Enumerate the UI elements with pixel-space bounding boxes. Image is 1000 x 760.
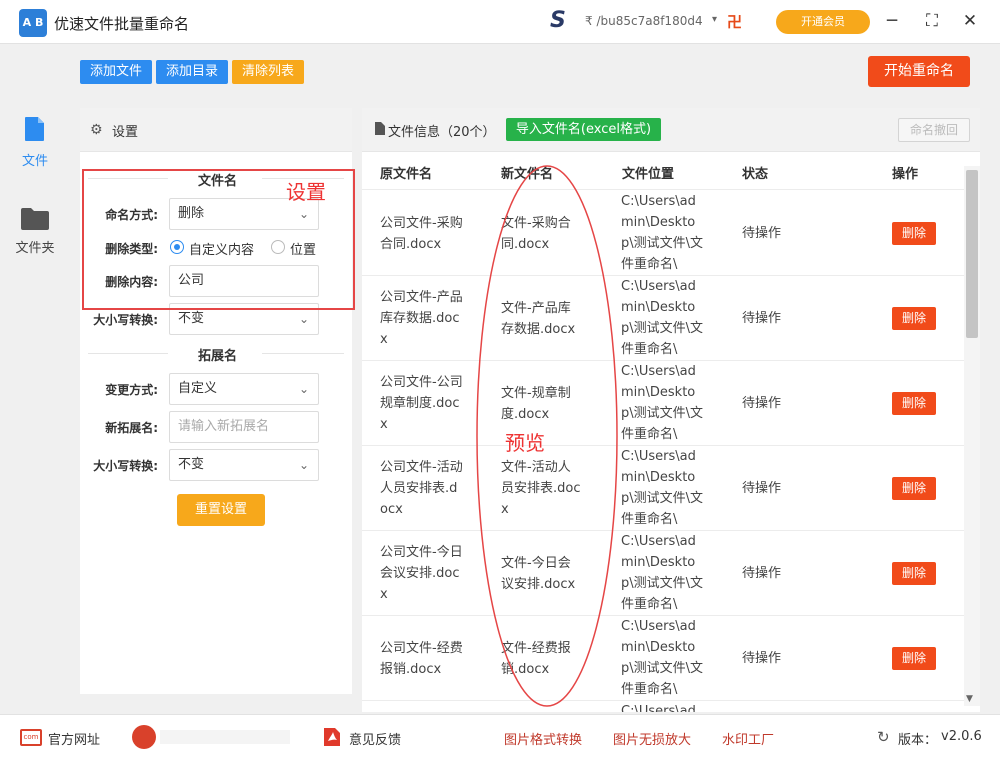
divider — [262, 353, 344, 354]
settings-title: 设置 — [112, 125, 139, 140]
original-filename: 公司文件-产品库存数据.docx — [380, 290, 463, 347]
new-extension-input[interactable]: 请输入新拓展名 — [169, 411, 319, 443]
status-text: 待操作 — [742, 311, 782, 326]
import-excel-button[interactable]: 导入文件名(excel格式) — [506, 118, 661, 141]
add-directory-button[interactable]: 添加目录 — [156, 60, 228, 84]
nav-label-folder: 文件夹 — [15, 241, 55, 256]
status-text: 待操作 — [742, 396, 782, 411]
column-status: 状态 — [742, 167, 769, 182]
file-location: C:\Users\admin\Desktop\测试文件\文件重命名\ — [621, 279, 704, 357]
original-filename: 公司文件-今日会议安排.docx — [380, 545, 463, 602]
delete-row-button[interactable]: 删除 — [892, 307, 936, 330]
table-row: 公司文件-今日会议安排.docx 文件-今日会议安排.docx C:\Users\a… — [362, 531, 964, 616]
table-row: 公司文件-活动人员安排表.docx 文件-活动人员安排表.docx C:\Users… — [362, 446, 964, 531]
file-location: C:\Users\admin\Desktop\测试文件\文件重命名\ — [621, 364, 704, 442]
app-title: 优速文件批量重命名 — [54, 15, 190, 33]
undo-rename-button[interactable]: 命名撤回 — [898, 118, 970, 142]
pdf-icon[interactable] — [323, 727, 341, 747]
gift-icon[interactable]: 卍 — [727, 11, 743, 31]
preview-annotation-label: 预览 — [505, 431, 545, 455]
delete-row-button[interactable]: 删除 — [892, 477, 936, 500]
ext-case-convert-select[interactable]: 不变 ⌄ — [169, 449, 319, 481]
user-avatar-icon[interactable]: S — [550, 8, 566, 33]
reset-settings-button[interactable]: 重置设置 — [177, 494, 265, 526]
user-id[interactable]: ₹ /bu85c7a8f180d4 — [585, 14, 713, 28]
file-count-title: 文件信息（20个） — [388, 125, 496, 140]
delete-row-button[interactable]: 删除 — [892, 222, 936, 245]
website-link[interactable]: 官方网址 — [48, 729, 100, 748]
column-original-name: 原文件名 — [380, 167, 433, 182]
column-action: 操作 — [892, 167, 919, 182]
close-icon[interactable]: ✕ — [958, 10, 982, 32]
original-filename: 公司文件-采购合同.docx — [380, 215, 463, 252]
feedback-link[interactable]: 意见反馈 — [349, 729, 401, 748]
maximize-icon[interactable]: ⛶ — [920, 10, 944, 32]
case-convert-value: 不变 — [178, 311, 205, 326]
watermark-factory-link[interactable]: 水印工厂 — [722, 729, 774, 748]
vip-button[interactable]: 开通会员 — [776, 10, 870, 34]
preview-annotation-ellipse — [476, 165, 618, 707]
column-location: 文件位置 — [622, 167, 675, 182]
file-location: C:\Users\admin\Desktop\测试文件\文件重命名\ — [621, 194, 704, 272]
status-text: 待操作 — [742, 226, 782, 241]
status-text: 待操作 — [742, 566, 782, 581]
nav-item-folder[interactable]: 文件夹 — [0, 207, 70, 256]
clear-list-button[interactable]: 清除列表 — [232, 60, 304, 84]
start-rename-button[interactable]: 开始重命名 — [868, 56, 970, 87]
table-row: 公司文件-采购合同.docx 文件-采购合同.docx C:\Users\admin… — [362, 191, 964, 276]
chevron-down-icon[interactable]: ▾ — [712, 14, 717, 25]
app-logo-icon: A B — [19, 9, 47, 37]
new-extension-label: 新拓展名: — [105, 421, 158, 435]
delete-row-button[interactable]: 删除 — [892, 647, 936, 670]
file-location: C:\Users\admin\Desktop\测试文件\文件重命名\ — [621, 449, 704, 527]
document-icon — [375, 122, 385, 135]
table-row: 公司文件-产品库存数据.docx 文件-产品库存数据.docx C:\Users\a… — [362, 276, 964, 361]
table-row: 公司文件-公司规章制度.docx 文件-规章制度.docx C:\Users\adm… — [362, 361, 964, 446]
status-text: 待操作 — [742, 651, 782, 666]
version-number: v2.0.6 — [941, 729, 982, 744]
table-row: C:\Users\ad — [362, 701, 964, 712]
ext-case-convert-value: 不变 — [178, 457, 205, 472]
chevron-down-icon: ⌄ — [298, 382, 309, 396]
file-location: C:\Users\admin\Desktop\测试文件\文件重命名\ — [621, 619, 704, 697]
image-format-convert-link[interactable]: 图片格式转换 — [504, 729, 582, 748]
file-location: C:\Users\admin\Desktop\测试文件\文件重命名\ — [621, 534, 704, 612]
change-mode-select[interactable]: 自定义 ⌄ — [169, 373, 319, 405]
original-filename: 公司文件-公司规章制度.docx — [380, 375, 463, 432]
refresh-icon[interactable]: ↻ — [877, 728, 890, 746]
table-row: 公司文件-经费报销.docx 文件-经费报销.docx C:\Users\admin… — [362, 616, 964, 701]
status-text: 待操作 — [742, 481, 782, 496]
divider — [88, 353, 168, 354]
minimize-icon[interactable]: ─ — [880, 10, 904, 32]
service-avatar-icon[interactable] — [132, 725, 156, 749]
version-label: 版本： — [898, 733, 938, 748]
original-filename: 公司文件-经费报销.docx — [380, 640, 463, 677]
ext-case-convert-label: 大小写转换: — [93, 459, 158, 473]
change-mode-label: 变更方式: — [105, 383, 158, 397]
nav-label-file: 文件 — [21, 154, 48, 169]
delete-row-button[interactable]: 删除 — [892, 562, 936, 585]
add-file-button[interactable]: 添加文件 — [80, 60, 152, 84]
extension-section-title: 拓展名 — [198, 349, 238, 364]
scrollbar-thumb[interactable] — [966, 170, 978, 338]
image-upscale-link[interactable]: 图片无损放大 — [613, 729, 691, 748]
original-filename: 公司文件-活动人员安排表.docx — [380, 460, 463, 517]
chevron-down-icon: ⌄ — [298, 458, 309, 472]
gear-icon: ⚙ — [90, 122, 103, 138]
website-icon[interactable]: com — [20, 729, 42, 746]
file-icon — [25, 117, 44, 141]
case-convert-label: 大小写转换: — [93, 313, 158, 327]
delete-row-button[interactable]: 删除 — [892, 392, 936, 415]
redacted-text — [160, 730, 290, 744]
folder-icon — [21, 208, 49, 230]
scroll-down-icon[interactable]: ▼ — [966, 694, 973, 704]
change-mode-value: 自定义 — [178, 381, 218, 396]
nav-item-file[interactable]: 文件 — [0, 116, 70, 169]
file-location: C:\Users\ad — [621, 704, 696, 712]
settings-annotation-label: 设置 — [286, 180, 326, 204]
